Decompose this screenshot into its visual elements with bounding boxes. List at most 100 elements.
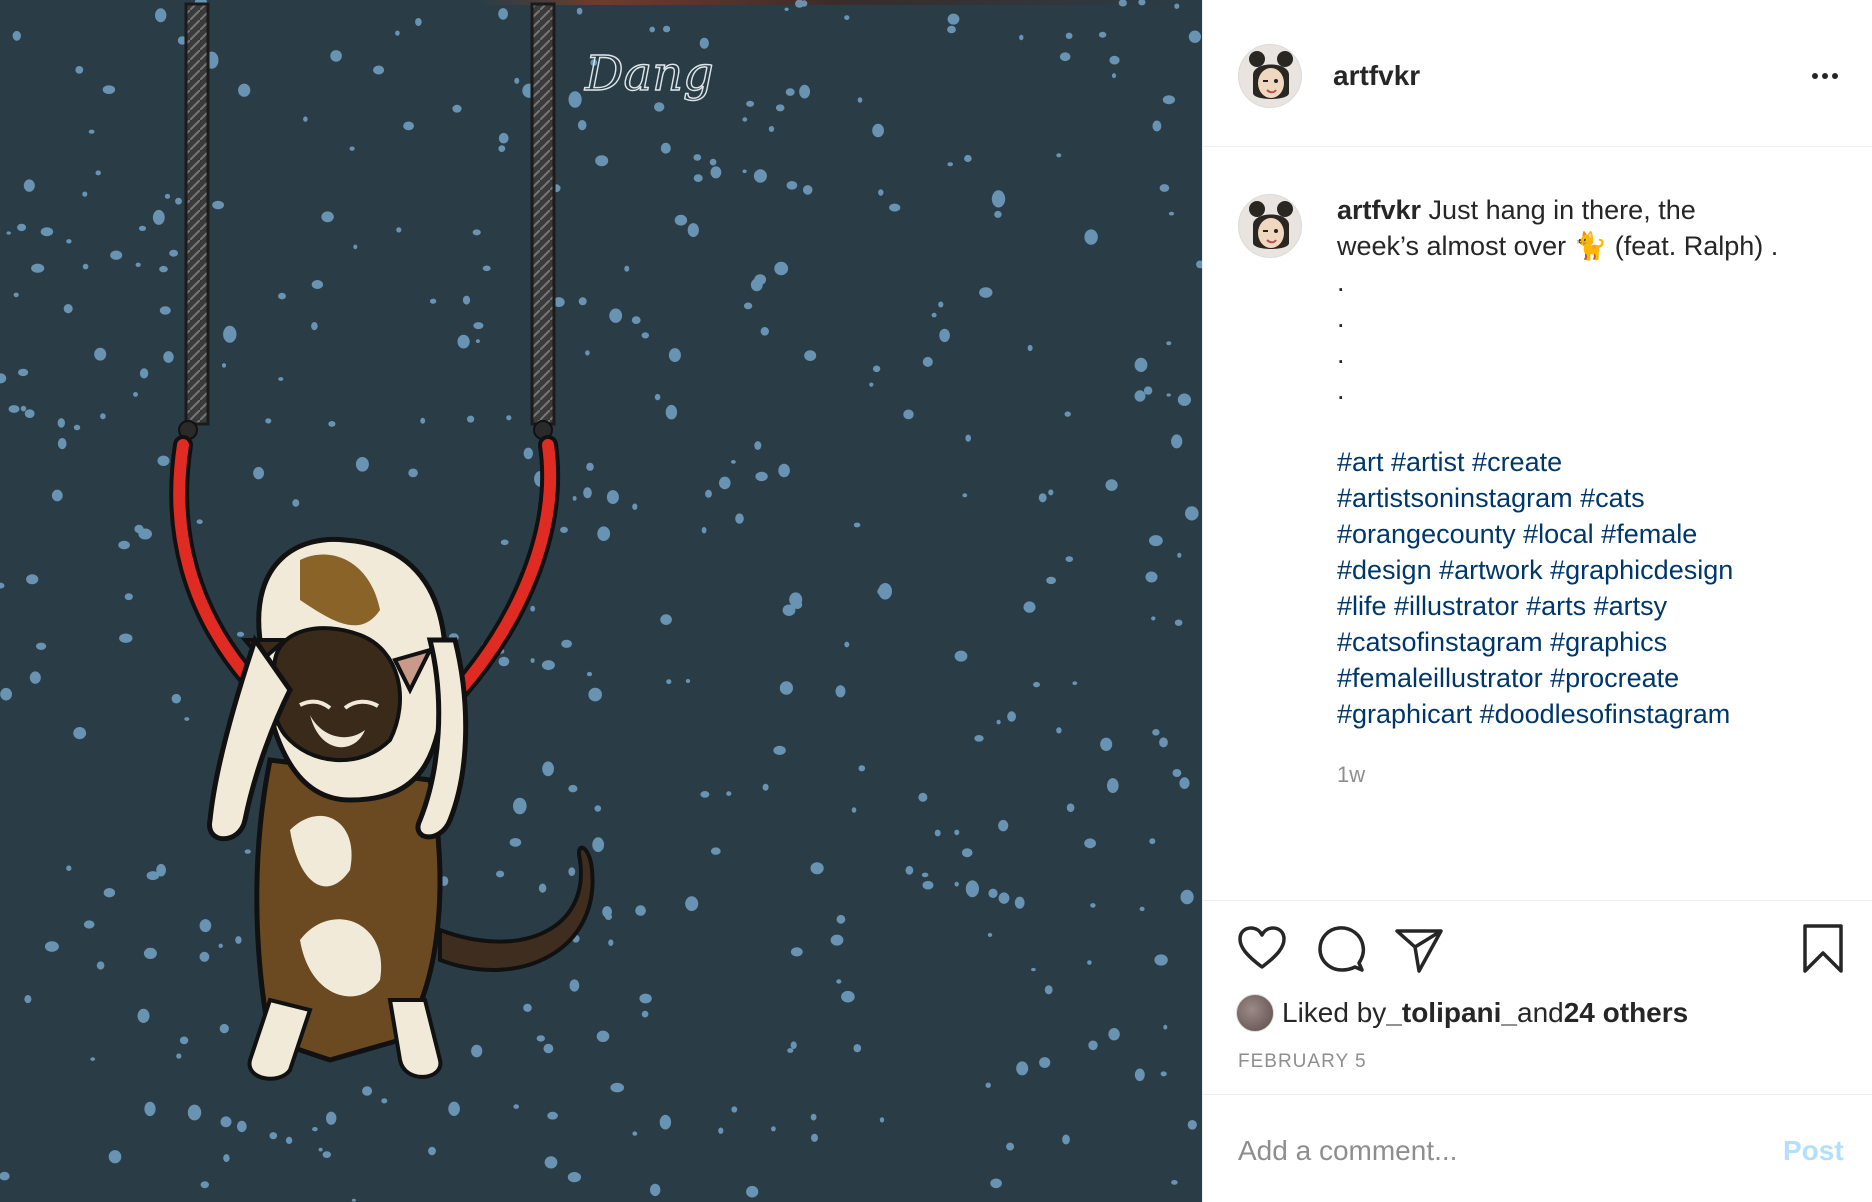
snowflake: [1177, 393, 1191, 406]
snowflake: [513, 797, 527, 815]
action-bar: Liked by _tolipani_ and 24 others FEBRUA…: [1203, 900, 1872, 1094]
snowflake: [475, 339, 480, 343]
snowflake: [755, 471, 768, 482]
snowflake: [1014, 896, 1025, 909]
likes-others-link[interactable]: 24 others: [1564, 997, 1689, 1029]
caption-username[interactable]: artfvkr: [1337, 195, 1421, 225]
snowflake: [577, 120, 587, 131]
hashtag-line[interactable]: #femaleillustrator #procreate: [1337, 660, 1837, 696]
hashtag-line[interactable]: #artistsoninstagram #cats: [1337, 480, 1837, 516]
snowflake: [1171, 1180, 1178, 1185]
author-avatar[interactable]: [1238, 44, 1302, 108]
snowflake: [506, 415, 512, 421]
snowflake: [541, 660, 555, 671]
snowflake: [82, 191, 88, 197]
snowflake: [311, 280, 324, 289]
post-comment-button[interactable]: Post: [1783, 1135, 1844, 1167]
snowflake: [597, 526, 611, 541]
snowflake: [760, 327, 769, 336]
caption-text: artfvkr Just hang in there, the week’s a…: [1337, 192, 1837, 732]
post-date[interactable]: FEBRUARY 5: [1238, 1051, 1367, 1073]
snowflake: [498, 145, 506, 153]
snowflake: [1174, 3, 1180, 9]
snowflake: [1179, 777, 1190, 789]
snowflake: [830, 934, 844, 946]
snowflake: [159, 306, 171, 315]
snowflake: [735, 513, 744, 524]
snowflake: [1168, 211, 1175, 216]
snowflake: [102, 85, 116, 94]
snowflake: [804, 350, 817, 361]
author-username[interactable]: artfvkr: [1333, 60, 1420, 92]
liker-avatar[interactable]: [1236, 994, 1274, 1032]
snowflake: [746, 100, 755, 107]
caption-time-ago[interactable]: 1w: [1337, 762, 1365, 788]
snowflake: [95, 170, 101, 176]
snowflake: [624, 265, 630, 272]
snowflake: [1016, 1061, 1029, 1076]
snowflake: [586, 671, 593, 677]
hashtag-line[interactable]: #life #illustrator #arts #artsy: [1337, 588, 1837, 624]
snowflake: [947, 25, 956, 34]
snowflake: [57, 418, 65, 428]
liker-username[interactable]: _tolipani_: [1386, 997, 1517, 1029]
caption-author-avatar[interactable]: [1238, 194, 1302, 258]
snowflake: [964, 154, 972, 163]
heart-icon[interactable]: [1236, 923, 1288, 980]
snowflake: [73, 424, 81, 431]
snowflake: [592, 837, 605, 853]
comment-input[interactable]: [1238, 1129, 1738, 1173]
snowflake: [171, 693, 181, 704]
snowflake: [498, 656, 510, 667]
post-image[interactable]: Dang: [0, 0, 1202, 1202]
snowflake: [110, 250, 123, 260]
snowflake: [1107, 778, 1119, 794]
snowflake: [659, 1114, 672, 1130]
likes-summary: Liked by _tolipani_ and 24 others: [1236, 991, 1688, 1035]
snowflake: [1138, 0, 1146, 6]
hashtag-line[interactable]: #art #artist #create: [1337, 444, 1837, 480]
snowflake: [1065, 556, 1074, 562]
snowflake: [351, 1198, 356, 1202]
snowflake: [44, 941, 59, 952]
hashtag-line[interactable]: #orangecounty #local #female: [1337, 516, 1837, 552]
hashtag-line[interactable]: #catsofinstagram #graphics: [1337, 624, 1837, 660]
bookmark-icon[interactable]: [1801, 923, 1845, 980]
snowflake: [878, 189, 884, 196]
likes-middle: and: [1517, 997, 1564, 1028]
hashtag-line[interactable]: #graphicart #doodlesofinstagram: [1337, 696, 1837, 732]
snowflake: [961, 848, 973, 858]
snowflake: [775, 104, 785, 112]
snowflake: [595, 155, 609, 167]
snowflake: [1033, 681, 1040, 688]
snowflake: [726, 791, 732, 796]
hashtag-line[interactable]: #design #artwork #graphicdesign: [1337, 552, 1837, 588]
snowflake: [200, 1181, 209, 1189]
snowflake: [362, 1086, 373, 1096]
snowflake: [641, 332, 649, 339]
snowflake: [169, 249, 179, 257]
snowflake: [482, 265, 491, 272]
snowflake: [1066, 803, 1075, 812]
post-header: artfvkr: [1203, 0, 1872, 147]
snowflake: [278, 292, 286, 300]
snowflake: [594, 805, 602, 812]
instagram-post: Dang artfvkr artfvkr Just hang in there,…: [0, 0, 1872, 1202]
snowflake: [922, 356, 933, 367]
snowflake: [998, 819, 1009, 832]
snowflake: [641, 1010, 649, 1018]
snowflake: [395, 30, 400, 36]
share-icon[interactable]: [1393, 925, 1445, 980]
comment-icon[interactable]: [1315, 923, 1367, 980]
snowflake: [649, 26, 655, 33]
snowflake: [223, 1154, 230, 1163]
snowflake: [639, 993, 652, 1004]
more-horizontal-icon[interactable]: [1803, 56, 1847, 96]
snowflake: [731, 460, 736, 464]
snowflake: [133, 392, 138, 397]
snowflake: [795, 0, 804, 8]
snowflake: [1044, 985, 1053, 995]
snowflake: [631, 316, 641, 324]
snowflake: [536, 1035, 545, 1042]
